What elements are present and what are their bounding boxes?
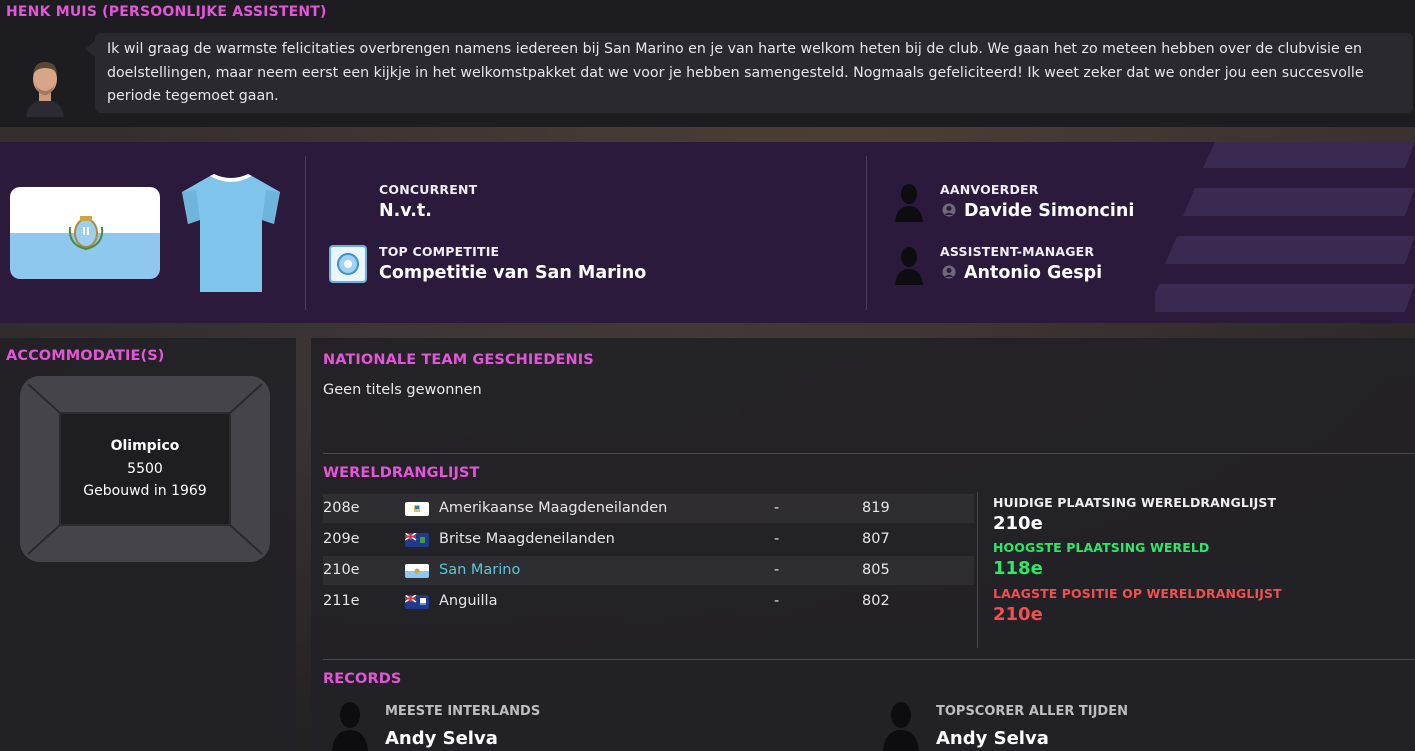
- records-title: RECORDS: [323, 671, 402, 687]
- competition-label: TOP COMPETITIE: [379, 244, 500, 259]
- san-marino-flag: [10, 187, 160, 279]
- highest-rank-value: 118e: [993, 558, 1043, 579]
- competition-value[interactable]: Competitie van San Marino: [379, 263, 646, 283]
- section-divider: [323, 453, 1415, 454]
- most-caps-silhouette-icon: [332, 702, 368, 751]
- assistant-message-text: Ik wil graag de warmste felicitaties ove…: [107, 41, 1364, 104]
- competition-icon: [329, 245, 367, 283]
- rank-cell: 209e: [323, 531, 360, 547]
- banner-divider: [305, 156, 306, 310]
- rival-label: CONCURRENT: [379, 182, 478, 197]
- stadium-pitch: Olimpico 5500 Gebouwd in 1969: [59, 412, 231, 526]
- club-shirt-icon: [182, 174, 280, 292]
- change-cell: -: [774, 593, 780, 609]
- lowest-rank-value: 210e: [993, 604, 1043, 625]
- banner-stripes-decoration: [1155, 142, 1415, 312]
- points-cell: 819: [862, 500, 890, 516]
- us-virgin-islands-flag: [405, 502, 429, 516]
- stadium-diagram[interactable]: Olimpico 5500 Gebouwd in 1969: [20, 376, 270, 562]
- table-row[interactable]: 208e Amerikaanse Maagdeneilanden - 819: [323, 494, 974, 523]
- lowest-rank-label: LAAGSTE POSITIE OP WERELDRANGLIJST: [993, 586, 1282, 601]
- facilities-panel: ACCOMMODATIE(S) Olimpico 5500 Gebouwd in…: [0, 338, 296, 751]
- table-row[interactable]: 209e Britse Maagdeneilanden - 807: [323, 525, 974, 554]
- ranking-divider: [977, 492, 978, 648]
- section-divider: [323, 659, 1415, 660]
- history-text: Geen titels gewonnen: [323, 382, 482, 398]
- captain-label: AANVOERDER: [940, 182, 1039, 197]
- country-cell: Anguilla: [439, 593, 498, 609]
- club-banner: CONCURRENT N.v.t. TOP COMPETITIE Competi…: [0, 142, 1415, 323]
- change-cell: -: [774, 500, 780, 516]
- stadium-built: Gebouwd in 1969: [83, 483, 207, 499]
- country-cell: Amerikaanse Maagdeneilanden: [439, 500, 668, 516]
- current-rank-label: HUIDIGE PLAATSING WERELDRANGLIJST: [993, 495, 1277, 510]
- national-team-panel: NATIONALE TEAM GESCHIEDENIS Geen titels …: [311, 338, 1415, 751]
- assistant-avatar: [26, 62, 64, 117]
- captain-value[interactable]: Davide Simoncini: [942, 201, 1134, 221]
- points-cell: 807: [862, 531, 890, 547]
- assistant-manager-value[interactable]: Antonio Gespi: [942, 263, 1102, 283]
- facilities-title: ACCOMMODATIE(S): [6, 348, 165, 364]
- person-icon: [942, 203, 956, 217]
- change-cell: -: [774, 562, 780, 578]
- rank-cell: 210e: [323, 562, 360, 578]
- assistant-message-bubble: Ik wil graag de warmste felicitaties ove…: [85, 33, 1413, 113]
- country-cell: Britse Maagdeneilanden: [439, 531, 615, 547]
- most-caps-label: MEESTE INTERLANDS: [385, 704, 541, 719]
- rival-value: N.v.t.: [379, 201, 432, 221]
- table-row[interactable]: 211e Anguilla - 802: [323, 587, 974, 616]
- top-scorer-silhouette-icon: [883, 702, 919, 751]
- person-icon: [942, 265, 956, 279]
- current-rank-value: 210e: [993, 513, 1043, 534]
- assistant-manager-label: ASSISTENT-MANAGER: [940, 244, 1095, 259]
- san-marino-flag: [405, 564, 429, 578]
- british-virgin-islands-flag: [405, 533, 429, 547]
- highest-rank-label: HOOGSTE PLAATSING WERELD: [993, 540, 1210, 555]
- country-cell: San Marino: [439, 562, 521, 578]
- stadium-capacity: 5500: [127, 460, 163, 477]
- captain-silhouette-icon: [895, 184, 923, 222]
- rank-cell: 208e: [323, 500, 360, 516]
- table-row-highlighted[interactable]: 210e San Marino - 805: [323, 556, 974, 585]
- assistant-name: HENK MUIS (PERSOONLIJKE ASSISTENT): [6, 4, 327, 20]
- coat-of-arms-icon: [68, 216, 104, 251]
- history-title: NATIONALE TEAM GESCHIEDENIS: [323, 352, 594, 368]
- top-scorer-value[interactable]: Andy Selva: [936, 728, 1049, 749]
- ranking-table: 208e Amerikaanse Maagdeneilanden - 819 2…: [323, 494, 974, 624]
- banner-divider: [866, 156, 867, 310]
- rank-cell: 211e: [323, 593, 360, 609]
- points-cell: 802: [862, 593, 890, 609]
- assistant-manager-silhouette-icon: [895, 247, 923, 285]
- assistant-message-panel: HENK MUIS (PERSOONLIJKE ASSISTENT) Ik wi…: [0, 0, 1415, 127]
- ranking-title: WERELDRANGLIJST: [323, 465, 480, 481]
- points-cell: 805: [862, 562, 890, 578]
- top-scorer-label: TOPSCORER ALLER TIJDEN: [936, 704, 1128, 719]
- change-cell: -: [774, 531, 780, 547]
- stadium-name: Olimpico: [110, 438, 180, 454]
- most-caps-value[interactable]: Andy Selva: [385, 728, 498, 749]
- anguilla-flag: [405, 595, 429, 609]
